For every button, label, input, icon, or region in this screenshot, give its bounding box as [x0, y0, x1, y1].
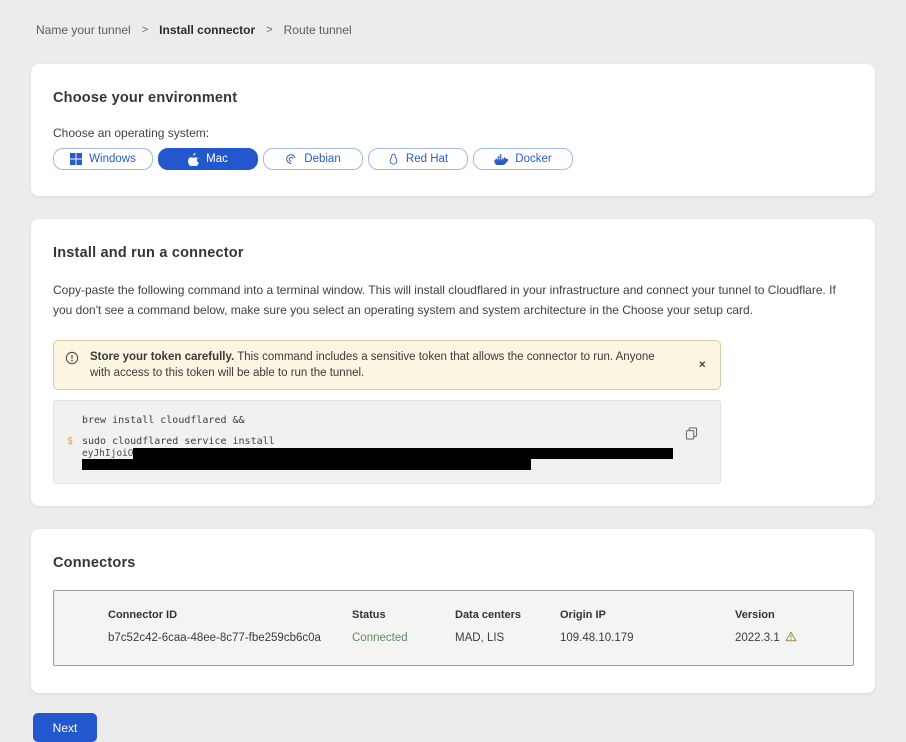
shell-prompt: $	[67, 436, 73, 447]
version-number: 2022.3.1	[735, 632, 780, 644]
os-button-label: Windows	[89, 153, 136, 165]
redacted-token-bar	[133, 448, 673, 459]
breadcrumb-step-install-connector[interactable]: Install connector	[159, 23, 255, 37]
os-button-windows[interactable]: Windows	[53, 148, 153, 170]
install-connector-card: Install and run a connector Copy-paste t…	[31, 219, 875, 506]
col-header-version: Version	[735, 609, 833, 621]
os-button-debian[interactable]: Debian	[263, 148, 363, 170]
status-badge: Connected	[352, 632, 455, 644]
os-select-label: Choose an operating system:	[53, 126, 853, 140]
code-line-sudo: $ sudo cloudflared service install	[82, 436, 660, 447]
col-header-origin-ip: Origin IP	[560, 609, 735, 621]
breadcrumb-separator: >	[142, 24, 148, 36]
os-button-label: Mac	[206, 153, 228, 165]
connectors-table: Connector ID Status Data centers Origin …	[53, 590, 854, 666]
connectors-table-header: Connector ID Status Data centers Origin …	[108, 609, 833, 621]
os-button-label: Docker	[515, 153, 551, 165]
os-button-mac[interactable]: Mac	[158, 148, 258, 170]
redhat-icon	[388, 153, 399, 166]
breadcrumb-step-name-your-tunnel[interactable]: Name your tunnel	[36, 23, 131, 37]
install-card-description: Copy-paste the following command into a …	[53, 280, 853, 320]
alert-circle-icon	[65, 351, 79, 370]
token-prefix: eyJhIjoiO	[82, 448, 133, 459]
environment-card-title: Choose your environment	[53, 90, 853, 106]
breadcrumb-step-route-tunnel[interactable]: Route tunnel	[284, 23, 352, 37]
os-button-docker[interactable]: Docker	[473, 148, 573, 170]
token-line: eyJhIjoiO	[82, 448, 660, 470]
breadcrumb-separator: >	[266, 24, 272, 36]
install-command-codeblock: brew install cloudflared && $ sudo cloud…	[53, 400, 721, 484]
col-header-data-centers: Data centers	[455, 609, 560, 621]
table-row: b7c52c42-6caa-48ee-8c77-fbe259cb6c0a Con…	[108, 631, 833, 645]
col-header-status: Status	[352, 609, 455, 621]
breadcrumb: Name your tunnel > Install connector > R…	[0, 0, 906, 37]
connectors-card: Connectors Connector ID Status Data cent…	[31, 529, 875, 693]
version-value: 2022.3.1	[735, 631, 833, 645]
data-centers-value: MAD, LIS	[455, 632, 560, 644]
os-button-label: Debian	[304, 153, 340, 165]
docker-icon	[494, 154, 508, 165]
os-button-redhat[interactable]: Red Hat	[368, 148, 468, 170]
origin-ip-value: 109.48.10.179	[560, 632, 735, 644]
token-warning-banner: Store your token carefully. This command…	[53, 340, 721, 390]
os-button-label: Red Hat	[406, 153, 448, 165]
install-card-title: Install and run a connector	[53, 245, 853, 261]
connectors-card-title: Connectors	[53, 555, 853, 571]
close-icon[interactable]: ✕	[696, 358, 708, 373]
code-line-sudo-text: sudo cloudflared service install	[82, 436, 275, 447]
environment-card: Choose your environment Choose an operat…	[31, 64, 875, 196]
apple-icon	[188, 153, 199, 166]
next-button[interactable]: Next	[33, 713, 97, 742]
code-line-brew: brew install cloudflared &&	[82, 415, 660, 426]
copy-icon[interactable]	[685, 427, 698, 443]
col-header-connector-id: Connector ID	[108, 609, 352, 621]
warning-title: Store your token carefully.	[90, 351, 234, 363]
connector-id-value: b7c52c42-6caa-48ee-8c77-fbe259cb6c0a	[108, 632, 352, 644]
os-button-group: Windows Mac Debian Red Hat Docker	[53, 148, 853, 170]
debian-icon	[285, 153, 297, 165]
redacted-token-bar	[82, 459, 531, 470]
windows-icon	[70, 153, 82, 165]
warning-triangle-icon[interactable]	[785, 631, 797, 645]
